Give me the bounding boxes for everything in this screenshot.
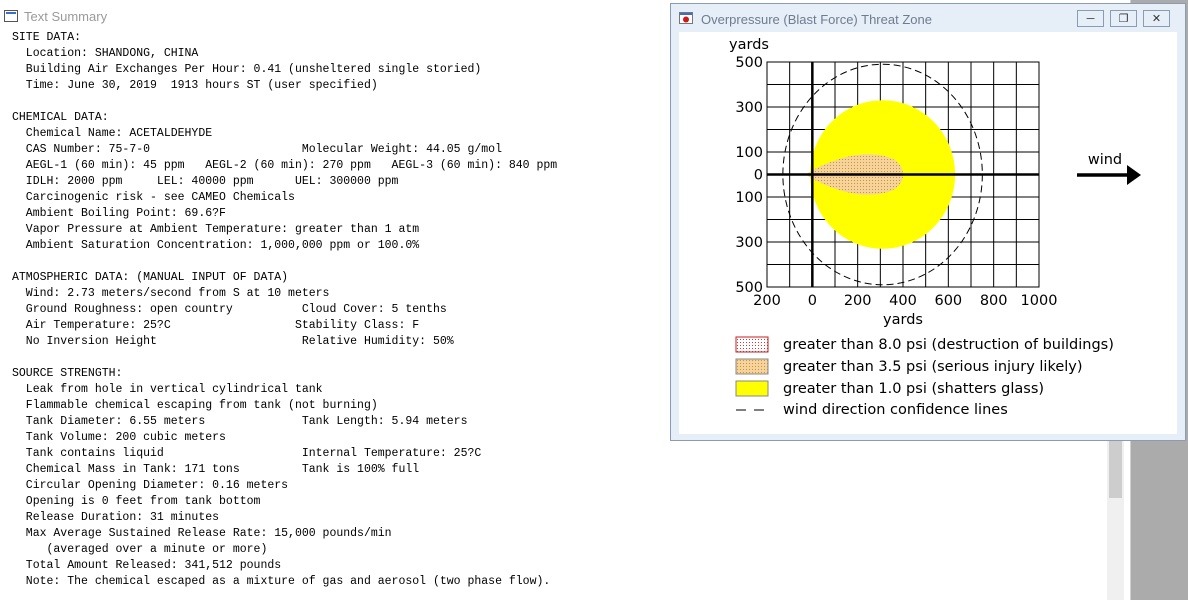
close-icon: ✕ <box>1151 13 1162 25</box>
x-tick-label: 200 <box>753 293 781 309</box>
summary-line: Ambient Boiling Point: 69.6?F <box>12 207 226 220</box>
legend-label: greater than 1.0 psi (shatters glass) <box>783 381 1044 397</box>
y-tick-label: 100 <box>735 145 763 161</box>
x-axis-label: yards <box>883 312 923 328</box>
summary-line: Circular Opening Diameter: 0.16 meters <box>12 479 289 492</box>
legend-label: wind direction confidence lines <box>783 402 1008 418</box>
summary-line: Air Temperature: 25?C Stability Class: F <box>12 319 420 332</box>
x-tick-label: 1000 <box>1021 293 1058 309</box>
summary-line: Location: SHANDONG, CHINA <box>12 47 199 60</box>
legend-swatch <box>735 380 769 397</box>
wind-label: wind <box>1088 152 1122 168</box>
summary-line: Note: The chemical escaped as a mixture … <box>12 575 551 588</box>
threat-zone-plot-area: 500 300 100 0 100 300 500 200 0 200 400 600 800 1000 y… <box>679 32 1177 434</box>
summary-line: CAS Number: 75-7-0 Molecular Weight: 44.… <box>12 143 502 156</box>
summary-line: CHEMICAL DATA: <box>12 111 109 124</box>
summary-line: Tank Diameter: 6.55 meters Tank Length: … <box>12 415 468 428</box>
summary-line: ATMOSPHERIC DATA: (MANUAL INPUT OF DATA) <box>12 271 289 284</box>
summary-line: Wind: 2.73 meters/second from S at 10 me… <box>12 287 330 300</box>
threat-zone-chart: 5003001000100300500200 0 200 400 600 800 1000y… <box>729 37 1141 418</box>
legend-label: greater than 8.0 psi (destruction of bui… <box>783 337 1114 353</box>
x-tick-label: 800 <box>980 293 1008 309</box>
wind-arrow-icon <box>1127 165 1141 185</box>
x-tick-label: 200 <box>844 293 872 309</box>
summary-line: SITE DATA: <box>12 31 82 44</box>
x-tick-label: 400 <box>889 293 917 309</box>
summary-line: Leak from hole in vertical cylindrical t… <box>12 383 323 396</box>
threat-zone-window: Overpressure (Blast Force) Threat Zone ─… <box>670 3 1186 441</box>
summary-line: No Inversion Height Relative Humidity: 5… <box>12 335 454 348</box>
minimize-icon: ─ <box>1086 12 1095 25</box>
vertical-scrollbar[interactable] <box>1107 430 1124 600</box>
close-button[interactable]: ✕ <box>1143 10 1170 27</box>
summary-line: Chemical Mass in Tank: 171 tons Tank is … <box>12 463 420 476</box>
legend-swatch <box>735 358 769 375</box>
threat-title-bar[interactable]: Overpressure (Blast Force) Threat Zone ─… <box>671 4 1185 31</box>
threat-zone-app-icon <box>679 12 693 24</box>
summary-line: Vapor Pressure at Ambient Temperature: g… <box>12 223 420 236</box>
x-tick-label: 0 <box>808 293 817 309</box>
y-axis-label: yards <box>729 37 769 53</box>
summary-line: Ground Roughness: open country Cloud Cov… <box>12 303 447 316</box>
window-app-icon <box>4 10 18 22</box>
y-tick-label: 300 <box>735 100 763 116</box>
summary-line: Ambient Saturation Concentration: 1,000,… <box>12 239 420 252</box>
maximize-button[interactable]: ❐ <box>1110 10 1137 27</box>
summary-line: Max Average Sustained Release Rate: 15,0… <box>12 527 392 540</box>
maximize-icon: ❐ <box>1118 13 1129 25</box>
summary-line: Opening is 0 feet from tank bottom <box>12 495 261 508</box>
summary-line: Release Duration: 31 minutes <box>12 511 220 524</box>
legend-label: greater than 3.5 psi (serious injury lik… <box>783 359 1083 375</box>
summary-line: Time: June 30, 2019 1913 hours ST (user … <box>12 79 378 92</box>
summary-line: Chemical Name: ACETALDEHYDE <box>12 127 213 140</box>
y-tick-label: 300 <box>735 235 763 251</box>
summary-line: AEGL-1 (60 min): 45 ppm AEGL-2 (60 min):… <box>12 159 558 172</box>
legend-swatch <box>735 336 769 353</box>
y-tick-label: 500 <box>735 55 763 71</box>
summary-line: Carcinogenic risk - see CAMEO Chemicals <box>12 191 295 204</box>
threat-window-title: Overpressure (Blast Force) Threat Zone <box>701 12 932 27</box>
summary-window-title: Text Summary <box>24 9 108 24</box>
summary-line: Tank Volume: 200 cubic meters <box>12 431 226 444</box>
summary-line: Tank contains liquid Internal Temperatur… <box>12 447 482 460</box>
summary-text-content: SITE DATA: Location: SHANDONG, CHINA Bui… <box>12 30 557 590</box>
y-tick-label: 100 <box>735 190 763 206</box>
summary-line: IDLH: 2000 ppm LEL: 40000 ppm UEL: 30000… <box>12 175 399 188</box>
x-tick-label: 600 <box>934 293 962 309</box>
y-tick-label: 0 <box>754 168 763 184</box>
summary-line: Flammable chemical escaping from tank (n… <box>12 399 378 412</box>
summary-line: SOURCE STRENGTH: <box>12 367 123 380</box>
minimize-button[interactable]: ─ <box>1077 10 1104 27</box>
summary-line: (averaged over a minute or more) <box>12 543 268 556</box>
summary-line: Building Air Exchanges Per Hour: 0.41 (u… <box>12 63 482 76</box>
summary-line: Total Amount Released: 341,512 pounds <box>12 559 282 572</box>
